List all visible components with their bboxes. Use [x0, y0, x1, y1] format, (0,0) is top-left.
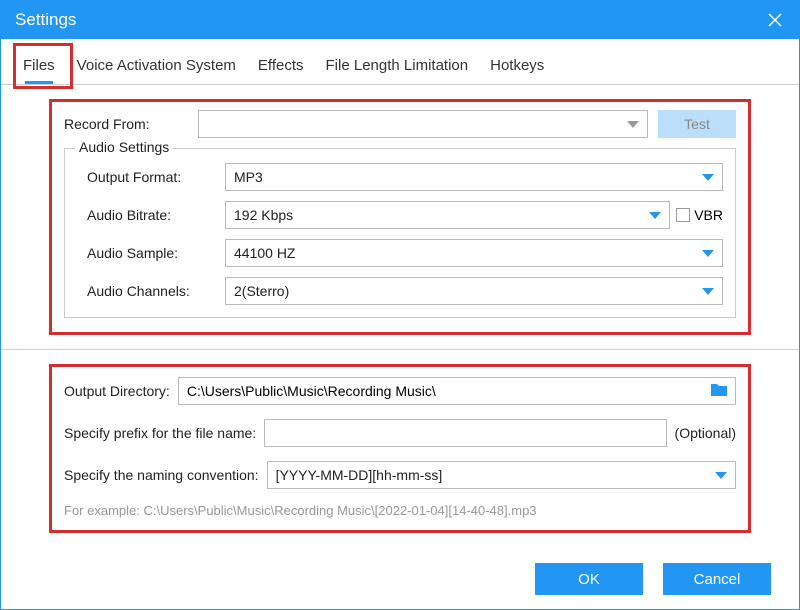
audio-bitrate-select[interactable]: 192 Kbps: [225, 201, 670, 229]
audio-bitrate-value: 192 Kbps: [234, 207, 293, 223]
output-directory-value: C:\Users\Public\Music\Recording Music\: [187, 383, 436, 399]
test-button[interactable]: Test: [658, 110, 736, 138]
chevron-down-icon: [627, 121, 639, 128]
naming-convention-select[interactable]: [YYYY-MM-DD][hh-mm-ss]: [267, 461, 736, 489]
folder-icon[interactable]: [709, 382, 729, 401]
output-directory-label: Output Directory:: [64, 383, 170, 399]
cancel-button[interactable]: Cancel: [663, 563, 771, 595]
ok-button[interactable]: OK: [535, 563, 643, 595]
chevron-down-icon: [715, 472, 727, 479]
close-button[interactable]: [751, 1, 799, 39]
tab-voice-activation[interactable]: Voice Activation System: [75, 51, 238, 84]
naming-convention-value: [YYYY-MM-DD][hh-mm-ss]: [276, 467, 443, 483]
audio-settings-legend: Audio Settings: [75, 139, 173, 155]
audio-settings-fieldset: Audio Settings Output Format: MP3 Audio …: [64, 148, 736, 318]
titlebar: Settings: [1, 1, 799, 39]
close-icon: [767, 12, 783, 28]
audio-sample-label: Audio Sample:: [77, 245, 225, 261]
recording-section: Record From: Test Audio Settings Output …: [49, 99, 751, 335]
tab-hotkeys[interactable]: Hotkeys: [488, 51, 546, 84]
record-from-label: Record From:: [64, 116, 188, 132]
output-section: Output Directory: C:\Users\Public\Music\…: [49, 364, 751, 533]
record-from-select[interactable]: [198, 110, 648, 138]
divider: [1, 349, 799, 350]
footer-buttons: OK Cancel: [1, 551, 799, 609]
audio-channels-select[interactable]: 2(Sterro): [225, 277, 723, 305]
tab-effects[interactable]: Effects: [256, 51, 306, 84]
chevron-down-icon: [702, 288, 714, 295]
audio-channels-value: 2(Sterro): [234, 283, 289, 299]
tab-file-length-limitation[interactable]: File Length Limitation: [324, 51, 471, 84]
output-directory-field[interactable]: C:\Users\Public\Music\Recording Music\: [178, 377, 736, 405]
optional-label: (Optional): [675, 425, 736, 441]
tabs-bar: Files Voice Activation System Effects Fi…: [1, 39, 799, 85]
chevron-down-icon: [702, 250, 714, 257]
prefix-label: Specify prefix for the file name:: [64, 425, 256, 441]
window-title: Settings: [15, 10, 76, 30]
audio-sample-value: 44100 HZ: [234, 245, 295, 261]
naming-convention-label: Specify the naming convention:: [64, 467, 259, 483]
vbr-checkbox[interactable]: [676, 208, 690, 222]
content-area: Record From: Test Audio Settings Output …: [1, 85, 799, 551]
output-format-value: MP3: [234, 169, 263, 185]
audio-sample-select[interactable]: 44100 HZ: [225, 239, 723, 267]
output-format-label: Output Format:: [77, 169, 225, 185]
naming-example: For example: C:\Users\Public\Music\Recor…: [64, 503, 736, 518]
audio-bitrate-label: Audio Bitrate:: [77, 207, 225, 223]
chevron-down-icon: [649, 212, 661, 219]
output-format-select[interactable]: MP3: [225, 163, 723, 191]
settings-window: Settings Files Voice Activation System E…: [0, 0, 800, 610]
audio-channels-label: Audio Channels:: [77, 283, 225, 299]
prefix-input[interactable]: [264, 419, 666, 447]
vbr-label: VBR: [694, 207, 723, 223]
chevron-down-icon: [702, 174, 714, 181]
tab-files[interactable]: Files: [21, 51, 57, 84]
